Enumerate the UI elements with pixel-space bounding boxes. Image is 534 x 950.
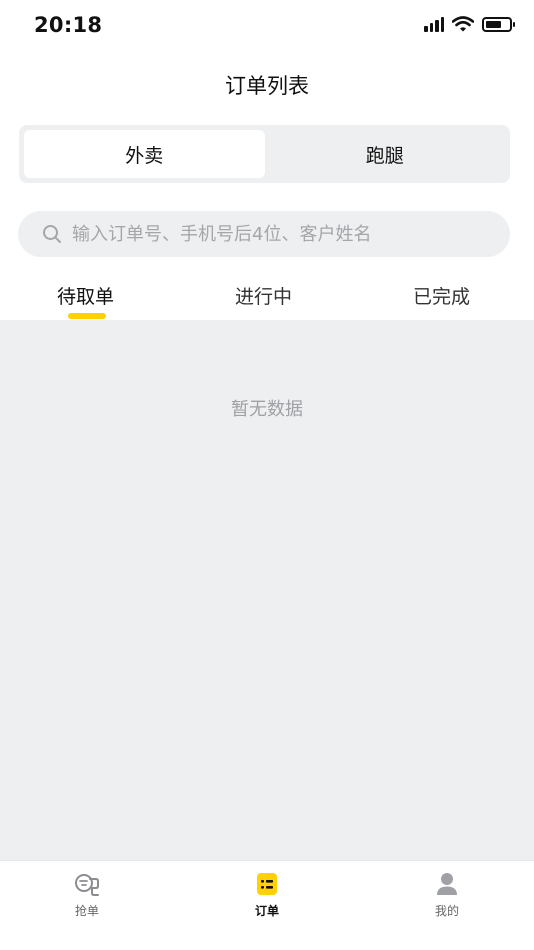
status-icons: [424, 16, 515, 32]
signal-icon: [424, 16, 444, 32]
battery-fill: [486, 20, 501, 28]
nav-item-profile[interactable]: 我的: [402, 871, 492, 919]
grab-order-icon: [74, 871, 100, 897]
empty-state-text: 暂无数据: [231, 399, 303, 420]
order-icon: [254, 871, 280, 897]
search-bar[interactable]: [18, 211, 510, 257]
search-icon: [43, 225, 61, 243]
nav-label-orders: 订单: [254, 904, 279, 918]
page-title: 订单列表: [225, 74, 309, 98]
nav-label-profile: 我的: [434, 904, 459, 918]
tab-pending-pickup[interactable]: 待取单: [57, 282, 114, 309]
nav-label-grab: 抢单: [74, 904, 99, 918]
tab-active-indicator: [68, 313, 106, 319]
nav-item-orders[interactable]: 订单: [222, 871, 312, 919]
screen: 20:18 订单列表 外卖 跑腿 待取单 进: [0, 0, 534, 950]
profile-icon: [434, 871, 460, 897]
segment-takeaway[interactable]: 外卖: [24, 130, 265, 178]
nav-item-grab[interactable]: 抢单: [42, 871, 132, 919]
wifi-icon: [452, 16, 474, 32]
battery-icon: [482, 16, 515, 32]
order-list: 暂无数据: [0, 320, 534, 860]
order-status-tabs: 待取单 进行中 已完成: [0, 268, 534, 320]
bottom-nav: 抢单 订单 我的: [0, 860, 534, 950]
tab-in-progress[interactable]: 进行中: [235, 282, 292, 309]
order-type-segment: 外卖 跑腿: [19, 125, 510, 183]
search-input[interactable]: [72, 223, 492, 245]
status-bar: 20:18: [0, 0, 534, 52]
segment-errand[interactable]: 跑腿: [265, 130, 506, 178]
tab-completed[interactable]: 已完成: [413, 282, 470, 309]
status-time: 20:18: [34, 13, 103, 37]
